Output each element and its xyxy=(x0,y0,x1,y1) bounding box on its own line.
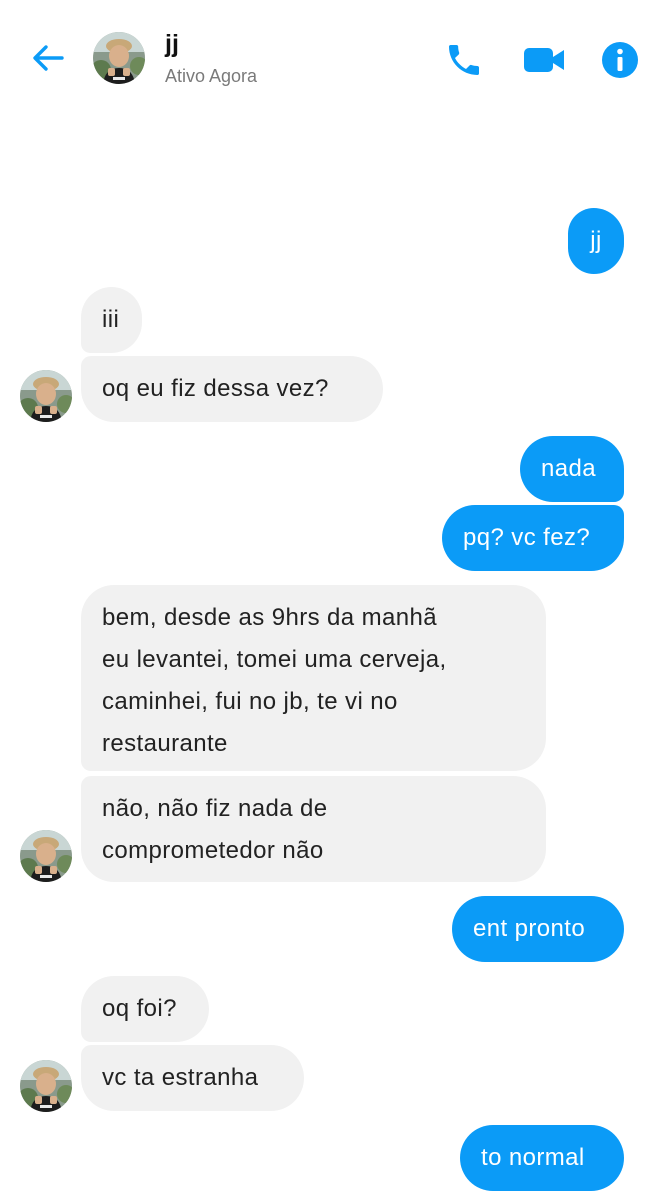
sender-avatar[interactable] xyxy=(20,370,72,422)
message-bubble-incoming[interactable]: oq eu fiz dessa vez? xyxy=(81,356,383,422)
info-button[interactable] xyxy=(600,40,640,80)
message-bubble-outgoing[interactable]: ent pronto xyxy=(452,896,624,962)
sender-avatar[interactable] xyxy=(20,830,72,882)
back-button[interactable] xyxy=(28,38,68,78)
chat-header: jj Ativo Agora xyxy=(0,0,666,118)
message-line: caminhei, fui no jb, te vi no xyxy=(102,688,398,715)
message-bubble-outgoing[interactable]: jj xyxy=(568,208,624,274)
contact-avatar[interactable] xyxy=(93,32,145,84)
message-bubble-incoming[interactable]: não, não fiz nada de comprometedor não xyxy=(81,776,546,882)
message-line: comprometedor não xyxy=(102,837,324,864)
sender-avatar[interactable] xyxy=(20,1060,72,1112)
message-line: não, não fiz nada de xyxy=(102,795,328,822)
contact-name[interactable]: jj xyxy=(165,30,179,59)
message-bubble-incoming[interactable]: vc ta estranha xyxy=(81,1045,304,1111)
message-bubble-incoming[interactable]: iii xyxy=(81,287,142,353)
video-call-button[interactable] xyxy=(522,40,566,80)
message-bubble-incoming[interactable]: oq foi? xyxy=(81,976,209,1042)
info-icon xyxy=(602,42,638,78)
message-bubble-incoming[interactable]: bem, desde as 9hrs da manhã eu levantei,… xyxy=(81,585,546,771)
message-bubble-outgoing[interactable]: nada xyxy=(520,436,624,502)
call-button[interactable] xyxy=(444,40,484,80)
message-line: eu levantei, tomei uma cerveja, xyxy=(102,646,447,673)
message-line: restaurante xyxy=(102,730,228,757)
message-line: bem, desde as 9hrs da manhã xyxy=(102,604,437,631)
contact-status: Ativo Agora xyxy=(165,66,258,86)
video-camera-icon xyxy=(524,48,564,72)
message-bubble-outgoing[interactable]: to normal xyxy=(460,1125,624,1191)
message-bubble-outgoing[interactable]: pq? vc fez? xyxy=(442,505,624,571)
back-arrow-icon xyxy=(33,45,64,71)
phone-icon xyxy=(449,45,479,75)
